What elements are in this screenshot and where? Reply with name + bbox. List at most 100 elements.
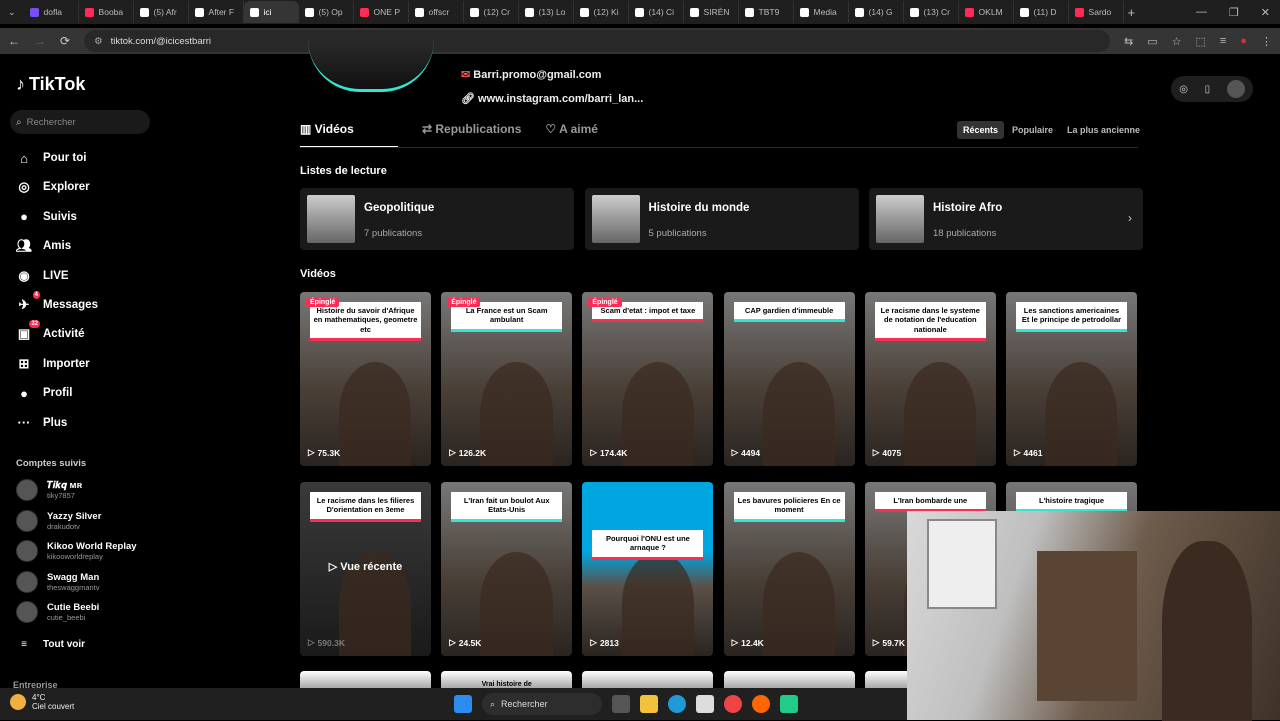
sidebar-item-activit-[interactable]: ▣ 32 Activité xyxy=(16,320,85,342)
browser-tab[interactable]: (12) Cr xyxy=(464,1,519,23)
followed-account[interactable]: Yazzy Silver drakudotv xyxy=(16,509,101,532)
sidebar-item-profil[interactable]: ● Profil xyxy=(16,385,72,401)
tab-videos[interactable]: ▥ Vidéos xyxy=(300,122,398,148)
followed-account[interactable]: Swagg Man theswaggmantv xyxy=(16,570,100,593)
address-bar[interactable]: ⚙ tiktok.com/@icicestbarri xyxy=(84,30,1111,52)
browser-tab[interactable]: offscr xyxy=(409,1,464,23)
translate-icon[interactable]: ⇆ xyxy=(1124,35,1133,48)
weather-icon xyxy=(10,694,26,710)
new-tab-button[interactable]: + xyxy=(1128,5,1136,20)
browser-tab[interactable]: (13) Lo xyxy=(519,1,574,23)
video-thumbnail[interactable]: Les sanctions americaines Et le principe… xyxy=(1006,292,1137,466)
tab-liked-label: A aimé xyxy=(559,122,598,136)
profile-avatar[interactable] xyxy=(308,40,434,92)
chevron-right-icon[interactable]: › xyxy=(1128,211,1132,225)
search-input[interactable]: ⌕ Rechercher xyxy=(10,110,150,134)
playlist-thumbnail xyxy=(876,195,924,243)
browser-tab[interactable]: (13) Cr xyxy=(904,1,959,23)
video-thumbnail[interactable]: L'Iran fait un boulot Aux Etats-Unis ▷ 24.… xyxy=(441,482,573,656)
video-thumbnail[interactable]: Épinglé La France est un Scam ambulant ▷ 12… xyxy=(441,292,573,466)
browser-tab[interactable]: SIRÈN xyxy=(684,1,739,23)
browser-tab[interactable]: OKLM xyxy=(959,1,1014,23)
browser-tab[interactable]: TBT9 xyxy=(739,1,794,23)
browser-tab[interactable]: (14) Ci xyxy=(629,1,684,23)
minimize-icon[interactable]: — xyxy=(1196,6,1207,19)
browser-tab[interactable]: Media xyxy=(794,1,849,23)
sidebar-item-plus[interactable]: ··· Plus xyxy=(16,415,68,431)
kebab-icon[interactable]: ⋮ xyxy=(1261,35,1272,48)
file-explorer-icon[interactable] xyxy=(640,695,658,713)
followed-account[interactable]: Kikoo World Replay kikooworldreplay xyxy=(16,540,137,562)
sidebar-item-live[interactable]: ◉ LIVE xyxy=(16,268,68,284)
video-thumbnail[interactable]: Épinglé Scam d'etat : impot et taxe ▷ 174.4… xyxy=(582,292,714,466)
menu-icon[interactable]: ≡ xyxy=(1220,35,1226,47)
video-thumbnail[interactable]: Pourquoi l'ONU est une arnaque ? ▷ 2813 xyxy=(582,482,714,656)
video-caption: L'histoire tragique xyxy=(1016,492,1127,513)
profile-avatar-icon[interactable]: ● xyxy=(1240,35,1247,47)
site-info-icon[interactable]: ⚙ xyxy=(94,36,103,47)
reload-icon[interactable]: ⟳ xyxy=(60,34,70,48)
playlist-card[interactable]: Geopolitique 7 publications xyxy=(300,188,574,250)
playlist-card[interactable]: Histoire Afro 18 publications xyxy=(869,188,1143,250)
followed-account[interactable]: 𝑻𝒊𝒌𝒒 ᴍʀ tiky7857 xyxy=(16,479,82,501)
video-person xyxy=(621,551,694,656)
browser-tab[interactable]: After F xyxy=(189,1,244,23)
view-count-text: 4494 xyxy=(741,447,761,458)
sort-recent[interactable]: Récents xyxy=(957,121,1005,139)
compass-small-icon[interactable]: ◎ xyxy=(1179,84,1188,95)
sidebar-item-pour-toi[interactable]: ⌂ Pour toi xyxy=(16,150,86,166)
video-thumbnail[interactable]: Les bavures policieres En ce moment ▷ 12.4… xyxy=(723,482,855,656)
sidebar-item-explorer[interactable]: ◎ Explorer xyxy=(16,179,89,195)
firefox-icon[interactable] xyxy=(752,695,770,713)
account-name: 𝑻𝒊𝒌𝒒 ᴍʀ xyxy=(47,480,83,491)
maximize-icon[interactable]: ❐ xyxy=(1229,6,1239,19)
tiktok-logo[interactable]: ♪ TikTok xyxy=(16,74,85,95)
browser-tab[interactable]: (14) G xyxy=(849,1,904,23)
back-icon[interactable]: ← xyxy=(8,34,20,48)
store-icon[interactable] xyxy=(696,695,714,713)
tab-liked[interactable]: ♡ A aimé xyxy=(545,122,598,148)
account-handle: theswaggmantv xyxy=(47,582,100,592)
sort-popular[interactable]: Populaire xyxy=(1006,121,1059,139)
browser-tab[interactable]: ONE P xyxy=(354,1,409,23)
cast-icon[interactable]: ▭ xyxy=(1147,35,1157,48)
extensions-icon[interactable]: ⬚ xyxy=(1196,35,1206,48)
video-thumbnail[interactable]: Le racisme dans le systeme de notation d… xyxy=(864,292,996,466)
taskbar-search[interactable]: ⌕ Rechercher xyxy=(482,693,602,715)
instagram-link[interactable]: 🔗︎ www.instagram.com/barri_lan... xyxy=(461,92,643,105)
user-avatar-small[interactable] xyxy=(1226,80,1245,98)
see-all-link[interactable]: ≡ Tout voir xyxy=(16,636,85,652)
bookmark-star-icon[interactable]: ☆ xyxy=(1172,35,1182,48)
chrome-icon[interactable] xyxy=(724,695,742,713)
close-window-icon[interactable]: ✕ xyxy=(1261,6,1270,19)
windows-start-icon[interactable] xyxy=(454,695,472,713)
weather-widget[interactable]: 4°C Ciel couvert xyxy=(10,693,74,711)
sidebar-item-amis[interactable]: 👥︎ Amis xyxy=(16,238,71,254)
tab-reposts[interactable]: ⇄ Republications xyxy=(422,122,521,148)
sidebar-item-importer[interactable]: ⊞ Importer xyxy=(16,356,90,372)
app-green-icon[interactable] xyxy=(780,695,798,713)
browser-tab[interactable]: (11) D xyxy=(1014,1,1069,23)
browser-tab[interactable]: (5) Afr xyxy=(134,1,189,23)
sidebar-item-messages[interactable]: ✈ 4 Messages xyxy=(16,291,98,313)
edge-icon[interactable] xyxy=(668,695,686,713)
sort-oldest[interactable]: La plus ancienne xyxy=(1061,121,1146,139)
tab-search-icon[interactable]: ⌄ xyxy=(0,7,24,18)
followed-account-text: Swagg Man theswaggmantv xyxy=(47,572,100,592)
phone-icon[interactable]: ▯ xyxy=(1205,84,1211,95)
sidebar-item-label: Amis xyxy=(43,240,72,253)
browser-tab[interactable]: Booba xyxy=(79,1,134,23)
browser-tab[interactable]: ici xyxy=(243,1,299,23)
browser-tab[interactable]: dofla xyxy=(24,1,79,23)
followed-account[interactable]: Cutie Beebi cutie_beebi xyxy=(16,601,99,623)
sidebar-item-suivis[interactable]: ● Suivis xyxy=(16,209,77,225)
browser-tab[interactable]: Sardo xyxy=(1069,1,1124,23)
task-view-icon[interactable] xyxy=(612,695,630,713)
playlist-card[interactable]: Histoire du monde 5 publications xyxy=(584,188,859,250)
video-thumbnail[interactable]: CAP gardien d'immeuble ▷ 4494 xyxy=(723,292,855,466)
browser-tab[interactable]: (5) Op xyxy=(299,1,354,23)
browser-tab[interactable]: (12) Ki xyxy=(574,1,629,23)
video-thumbnail[interactable]: Le racisme dans les filieres D'orientati… xyxy=(300,482,431,656)
video-thumbnail[interactable]: Épinglé Histoire du savoir d'Afrique en m… xyxy=(300,292,431,466)
forward-icon[interactable]: → xyxy=(34,34,46,48)
